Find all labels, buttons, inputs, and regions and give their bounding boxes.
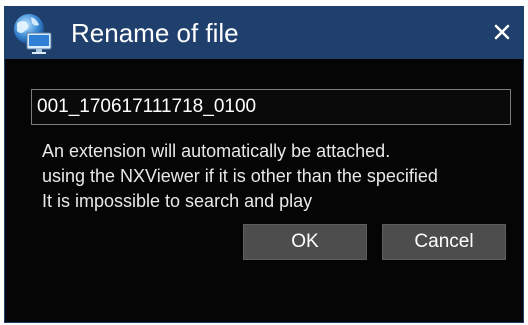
filename-input[interactable] xyxy=(31,89,511,125)
globe-computer-icon xyxy=(14,14,52,54)
rename-dialog: Rename of file An extension will automat… xyxy=(4,6,524,323)
message-line: It is impossible to search and play xyxy=(42,191,313,211)
close-icon[interactable] xyxy=(487,17,517,47)
title-bar[interactable]: Rename of file xyxy=(5,7,523,59)
message-line: An extension will automatically be attac… xyxy=(42,141,391,161)
ok-button[interactable]: OK xyxy=(243,224,367,260)
dialog-title: Rename of file xyxy=(71,18,239,48)
cancel-button[interactable]: Cancel xyxy=(382,224,506,260)
message-line: using the NXViewer if it is other than t… xyxy=(42,166,438,186)
info-message: An extension will automatically be attac… xyxy=(42,139,516,214)
